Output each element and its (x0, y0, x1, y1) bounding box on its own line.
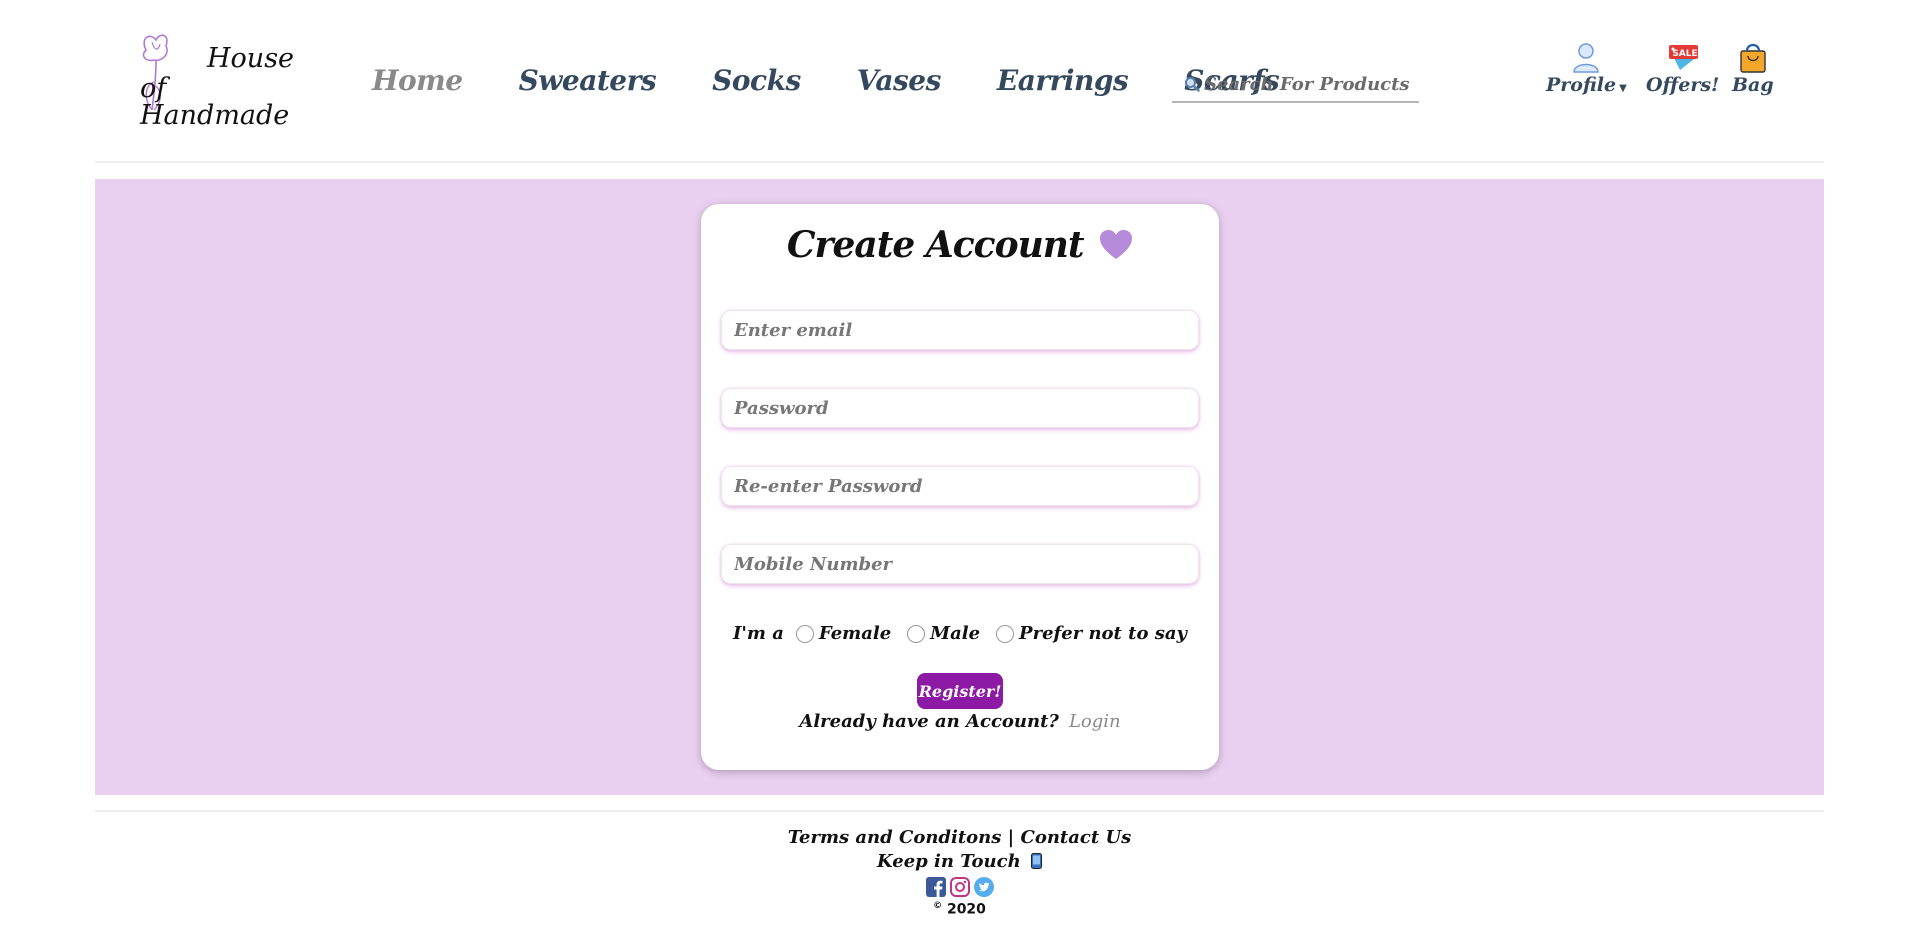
reenter-password-field (721, 466, 1199, 506)
mobile-field (721, 544, 1199, 584)
phone-icon (1030, 853, 1042, 869)
gender-option-label: Male (930, 623, 981, 644)
reenter-password-input[interactable] (722, 467, 1198, 505)
page-title: Create Account (701, 224, 1219, 266)
shopping-bag-icon (1740, 43, 1766, 73)
profile-menu[interactable]: Profile ▼ (1546, 40, 1627, 96)
facebook-icon[interactable] (925, 877, 946, 897)
chevron-down-icon: ▼ (1619, 83, 1627, 94)
gender-option-male[interactable]: Male (907, 623, 980, 644)
bag-link[interactable]: Bag (1732, 40, 1774, 96)
gender-option-label: Female (818, 623, 892, 644)
brand-line-2: of Handmade (140, 73, 290, 131)
profile-label: Profile (1546, 74, 1617, 96)
social-links (0, 877, 1919, 899)
sale-tag-icon: SALE (1668, 45, 1698, 70)
header-divider (95, 161, 1824, 163)
search-input[interactable] (1204, 73, 1414, 95)
user-icon (1573, 43, 1600, 73)
sale-badge-text: SALE (1672, 49, 1697, 59)
copyright-year: 2020 (946, 901, 986, 918)
login-prompt-text: Already have an Account? (799, 711, 1059, 732)
keep-in-touch: Keep in Touch (0, 850, 1919, 874)
footer-divider (95, 810, 1824, 812)
login-link[interactable]: Login (1069, 711, 1121, 732)
footer-separator: | (1007, 827, 1015, 848)
bag-label: Bag (1732, 74, 1774, 96)
heart-icon (1100, 230, 1133, 259)
brand-line-1: House (207, 43, 295, 74)
instagram-icon[interactable] (949, 877, 970, 897)
search-icon[interactable] (1184, 76, 1200, 92)
copyright-symbol: © (933, 901, 943, 911)
gender-option-label: Prefer not to say (1019, 623, 1187, 644)
offers-label: Offers! (1646, 74, 1720, 96)
twitter-icon[interactable] (973, 877, 994, 897)
password-field (721, 388, 1199, 428)
page-title-text: Create Account (786, 224, 1085, 266)
register-card: Create Account I'm a Female Male Prefer … (701, 204, 1219, 770)
nav-item-earrings[interactable]: Earrings (997, 64, 1129, 108)
radio-prefer-not[interactable] (996, 624, 1015, 643)
password-input[interactable] (722, 389, 1198, 427)
footer-links: Terms and Conditons | Contact Us (0, 826, 1919, 850)
contact-link[interactable]: Contact Us (1021, 827, 1132, 848)
nav-item-socks[interactable]: Socks (712, 64, 801, 108)
nav-item-vases[interactable]: Vases (857, 64, 942, 108)
nav-item-home[interactable]: Home (372, 64, 463, 108)
copyright: © 2020 (0, 901, 1919, 918)
gender-selector: I'm a Female Male Prefer not to say (701, 623, 1219, 644)
radio-female[interactable] (795, 624, 814, 643)
terms-link[interactable]: Terms and Conditons (788, 827, 1002, 848)
login-prompt: Already have an Account? Login (701, 711, 1219, 732)
email-input[interactable] (722, 311, 1198, 349)
search-bar (1172, 67, 1419, 103)
mobile-input[interactable] (722, 545, 1198, 583)
keep-in-touch-text: Keep in Touch (877, 851, 1021, 872)
register-button[interactable]: Register! (917, 673, 1003, 709)
email-field (721, 310, 1199, 350)
site-header: House of Handmade Home Sweaters Socks Va… (0, 0, 1919, 165)
gender-option-prefer-not[interactable]: Prefer not to say (996, 623, 1187, 644)
nav-item-sweaters[interactable]: Sweaters (519, 64, 657, 108)
gender-label: I'm a (733, 623, 784, 644)
offers-link[interactable]: SALE Offers! (1646, 40, 1719, 96)
gender-option-female[interactable]: Female (795, 623, 892, 644)
site-footer: Terms and Conditons | Contact Us Keep in… (0, 826, 1919, 918)
brand-logo[interactable]: House of Handmade (132, 30, 322, 129)
radio-male[interactable] (907, 624, 926, 643)
